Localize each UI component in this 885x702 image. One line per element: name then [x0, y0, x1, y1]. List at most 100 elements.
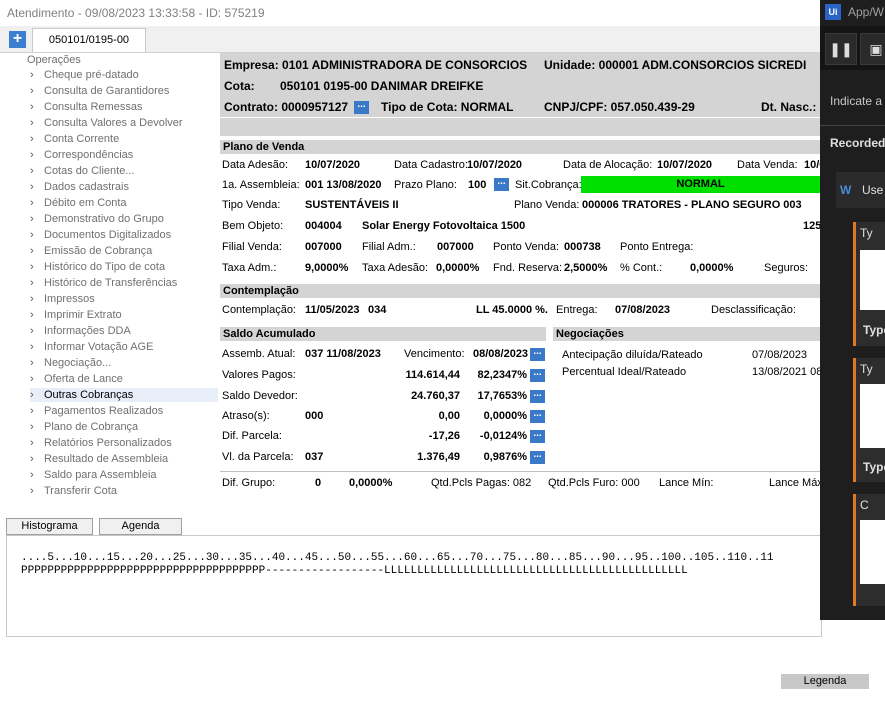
sidebar-item-label: Débito em Conta — [44, 197, 127, 209]
contrato-more-button[interactable]: ... — [354, 100, 369, 114]
sit-cobranca-label: Sit.Cobrança: — [515, 179, 582, 191]
contemplacao-num: 034 — [368, 304, 387, 316]
sidebar-item-label: Saldo para Assembleia — [44, 469, 157, 481]
pause-icon[interactable]: ❚❚ — [825, 33, 857, 65]
type-card-2[interactable]: Ty Type — [853, 358, 885, 482]
sidebar-item-label: Histórico de Transferências — [44, 277, 178, 289]
contemplacao-date: 11/05/2023 — [305, 304, 360, 316]
chevron-right-icon: › — [30, 197, 34, 209]
pcls-furo: Qtd.Pcls Furo: 000 — [548, 477, 640, 489]
type-card-1-thumb — [860, 250, 885, 310]
bem-objeto-extra: 125 — [803, 220, 822, 232]
histogram-panel: ....5...10...15...20...25...30...35...40… — [6, 535, 822, 637]
add-tab-button[interactable]: + — [9, 31, 26, 48]
sidebar-item-label: Impressos — [44, 293, 95, 305]
negociacao-date: 13/08/2021 08 — [752, 366, 823, 378]
sidebar-item-3[interactable]: › Consulta Valores a Devolver — [30, 116, 218, 130]
chevron-right-icon: › — [30, 165, 34, 177]
vencimento-more-button[interactable]: ... — [530, 347, 545, 361]
type-card-1[interactable]: Ty Type — [853, 222, 885, 346]
saldo-row-more-button[interactable]: ... — [530, 429, 545, 443]
sidebar-item-22[interactable]: › Plano de Cobrança — [30, 420, 218, 434]
prazo-more-button[interactable]: ... — [494, 177, 509, 191]
window-title: Atendimento - 09/08/2023 13:33:58 - ID: … — [0, 0, 820, 26]
sidebar-item-label: Negociação... — [44, 357, 112, 369]
sit-cobranca-status: NORMAL — [581, 176, 820, 193]
chevron-right-icon: › — [30, 181, 34, 193]
sidebar-item-5[interactable]: › Correspondências — [30, 148, 218, 162]
sidebar-item-20[interactable]: › Outras Cobranças — [30, 388, 218, 402]
sidebar-item-label: Dados cadastrais — [44, 181, 129, 193]
sidebar-item-1[interactable]: › Consulta de Garantidores — [30, 84, 218, 98]
sidebar-item-23[interactable]: › Relatórios Personalizados — [30, 436, 218, 450]
dif-grupo-label: Dif. Grupo: — [222, 477, 276, 489]
agenda-button[interactable]: Agenda — [99, 518, 182, 535]
ponto-venda-label: Ponto Venda: — [493, 241, 560, 253]
type-card-2-thumb — [860, 384, 885, 448]
use-card[interactable]: W Use — [836, 172, 885, 208]
saldo-row-value: 114.614,44 — [405, 369, 460, 381]
histogram-bar: PPPPPPPPPPPPPPPPPPPPPPPPPPPPPPPPPPPPP---… — [21, 565, 688, 577]
sidebar-item-24[interactable]: › Resultado de Assembleia — [30, 452, 218, 466]
saldo-row-pct: 0,9876% — [483, 451, 527, 463]
negociacao-label[interactable]: Percentual Ideal/Rateado — [562, 366, 686, 379]
taxa-adm-label: Taxa Adm.: — [222, 262, 277, 274]
saldo-row-more-button[interactable]: ... — [530, 368, 545, 382]
click-card-thumb — [860, 520, 885, 584]
right-panel-title: App/W — [848, 5, 885, 19]
histograma-button[interactable]: Histograma — [6, 518, 93, 535]
chevron-right-icon: › — [30, 213, 34, 225]
desclassificacao-label: Desclassificação: — [711, 304, 796, 316]
sidebar-item-4[interactable]: › Conta Corrente — [30, 132, 218, 146]
saldo-row-more-button[interactable]: ... — [530, 450, 545, 464]
sidebar-item-11[interactable]: › Emissão de Cobrança — [30, 244, 218, 258]
saldo-row-pct: -0,0124% — [479, 430, 527, 442]
use-card-icon: W — [840, 183, 852, 197]
saldo-row-label: Saldo Devedor: — [222, 390, 298, 402]
sidebar-item-8[interactable]: › Débito em Conta — [30, 196, 218, 210]
sidebar-item-9[interactable]: › Demonstrativo do Grupo — [30, 212, 218, 226]
sidebar-item-2[interactable]: › Consulta Remessas — [30, 100, 218, 114]
sidebar-item-label: Pagamentos Realizados — [44, 405, 164, 417]
chevron-right-icon: › — [30, 421, 34, 433]
sidebar-item-15[interactable]: › Imprimir Extrato — [30, 308, 218, 322]
cont-label: % Cont.: — [620, 262, 663, 274]
saldo-row-more-button[interactable]: ... — [530, 409, 545, 423]
sidebar-item-12[interactable]: › Histórico do Tipo de cota — [30, 260, 218, 274]
tipo-cota-text: Tipo de Cota: NORMAL — [381, 100, 514, 114]
chevron-right-icon: › — [30, 229, 34, 241]
sidebar-item-13[interactable]: › Histórico de Transferências — [30, 276, 218, 290]
data-cadastro-label: Data Cadastro: — [394, 159, 468, 171]
sidebar-item-label: Informar Votação AGE — [44, 341, 154, 353]
sidebar-item-21[interactable]: › Pagamentos Realizados — [30, 404, 218, 418]
cota-label: Cota: — [224, 79, 255, 93]
prazo-label: Prazo Plano: — [394, 179, 457, 191]
sidebar-item-18[interactable]: › Negociação... — [30, 356, 218, 370]
sidebar-item-14[interactable]: › Impressos — [30, 292, 218, 306]
saldo-section-title: Saldo Acumulado — [220, 327, 546, 341]
chevron-right-icon: › — [30, 389, 34, 401]
legenda-button[interactable]: Legenda — [781, 674, 869, 689]
sidebar-item-6[interactable]: › Cotas do Cliente... — [30, 164, 218, 178]
chevron-right-icon: › — [30, 133, 34, 145]
sidebar-item-19[interactable]: › Oferta de Lance — [30, 372, 218, 386]
sidebar-header: Operações — [27, 54, 81, 66]
saldo-row-label: Vl. da Parcela: — [222, 451, 294, 463]
click-card[interactable]: C — [853, 494, 885, 606]
assemb-atual-value: 037 11/08/2023 — [305, 348, 381, 360]
tab-cota[interactable]: 050101/0195-00 — [32, 28, 146, 52]
tipo-venda-label: Tipo Venda: — [222, 199, 281, 211]
plano-section-title: Plano de Venda — [220, 140, 820, 154]
sidebar-item-7[interactable]: › Dados cadastrais — [30, 180, 218, 194]
sidebar-item-16[interactable]: › Informações DDA — [30, 324, 218, 338]
sidebar-item-26[interactable]: › Transferir Cota — [30, 484, 218, 498]
save-icon[interactable]: ▣ — [860, 33, 885, 65]
sidebar-item-25[interactable]: › Saldo para Assembleia — [30, 468, 218, 482]
fnd-reserva-value: 2,5000% — [564, 262, 608, 274]
saldo-row-more-button[interactable]: ... — [530, 389, 545, 403]
sidebar-item-10[interactable]: › Documentos Digitalizados — [30, 228, 218, 242]
sidebar-item-0[interactable]: › Cheque pré-datado — [30, 68, 218, 82]
negociacao-label[interactable]: Antecipação diluída/Rateado — [562, 349, 703, 362]
chevron-right-icon: › — [30, 293, 34, 305]
sidebar-item-17[interactable]: › Informar Votação AGE — [30, 340, 218, 354]
